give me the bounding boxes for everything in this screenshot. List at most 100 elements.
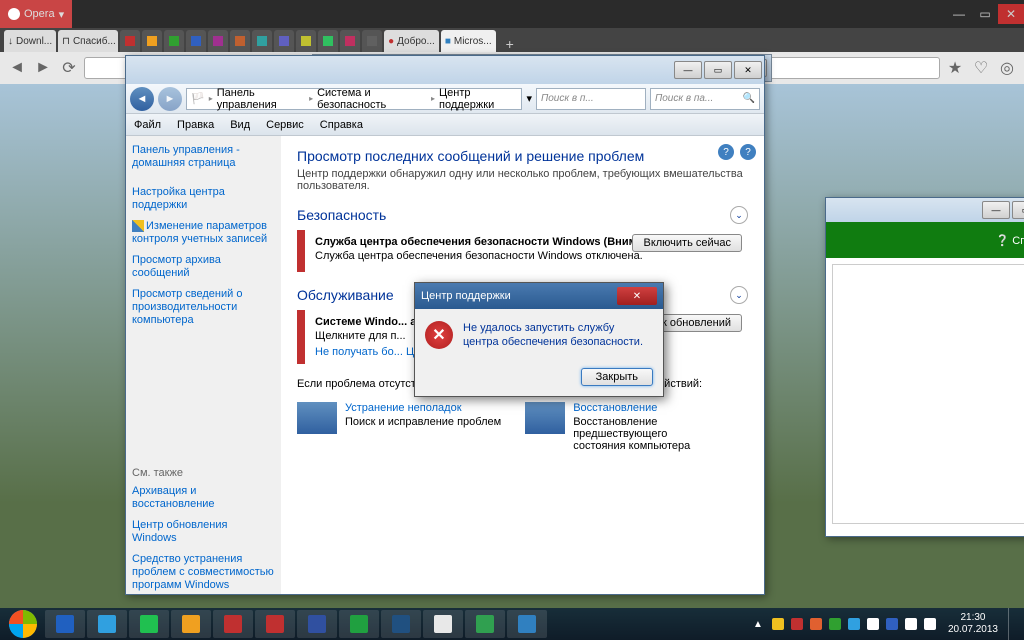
close-button[interactable]: ✕ [998, 4, 1024, 24]
sidebar-link-uac[interactable]: Изменение параметров контроля учетных за… [132, 220, 275, 246]
minimize-button[interactable]: — [946, 4, 972, 24]
restore-action[interactable]: ВосстановлениеВосстановление предшествую… [525, 402, 713, 452]
start-button[interactable] [2, 608, 44, 640]
dialog-titlebar[interactable]: Центр поддержки ✕ [415, 283, 663, 309]
tray-icon[interactable] [903, 616, 919, 632]
browser-tab[interactable]: ⊓Спасиб... [58, 30, 118, 52]
forward-button[interactable]: ► [32, 57, 54, 79]
menu-view[interactable]: Вид [222, 119, 258, 131]
menu-help[interactable]: Справка [312, 119, 371, 131]
help-icon[interactable]: ? [718, 144, 734, 160]
cp-titlebar[interactable]: — ▭ ✕ [126, 56, 764, 84]
breadcrumb-item[interactable]: Система и безопасность [317, 87, 427, 111]
browser-tab-mini[interactable] [230, 30, 250, 52]
tray-icon[interactable] [789, 616, 805, 632]
browser-tab-active[interactable]: ■Micros... [441, 30, 496, 52]
taskbar-item[interactable] [171, 610, 211, 638]
browser-tab-mini[interactable] [142, 30, 162, 52]
tray-icon[interactable] [884, 616, 900, 632]
close-button[interactable]: ✕ [734, 61, 762, 79]
taskbar-item[interactable] [507, 610, 547, 638]
tray-icon[interactable] [808, 616, 824, 632]
browser-tab-mini[interactable] [274, 30, 294, 52]
sidebar-link[interactable]: Центр обновления Windows [132, 519, 275, 545]
sidebar-home[interactable]: Панель управления - домашняя страница [132, 144, 275, 170]
back-button[interactable]: ◄ [6, 57, 28, 79]
sidebar-link[interactable]: Просмотр сведений о производительности к… [132, 288, 275, 327]
browser-tab-mini[interactable] [252, 30, 272, 52]
taskbar-item[interactable] [87, 610, 127, 638]
taskbar-item[interactable] [423, 610, 463, 638]
help-icon[interactable]: ? [740, 144, 756, 160]
dialog-title: Центр поддержки [421, 290, 511, 302]
maximize-button[interactable]: ▭ [704, 61, 732, 79]
sidebar-link[interactable]: Средство устранения проблем с совместимо… [132, 553, 275, 592]
show-desktop-button[interactable] [1008, 608, 1018, 640]
shield-icon [132, 220, 144, 232]
browser-tab-mini[interactable] [208, 30, 228, 52]
opera-icon [8, 8, 20, 20]
tray-icon[interactable] [770, 616, 786, 632]
taskbar-item[interactable] [297, 610, 337, 638]
taskbar-item[interactable] [255, 610, 295, 638]
target-icon[interactable]: ◎ [996, 57, 1018, 79]
taskbar-item[interactable] [213, 610, 253, 638]
browser-tab[interactable]: ↓Downl... [4, 30, 56, 52]
browser-tab-mini[interactable] [164, 30, 184, 52]
sidebar-link[interactable]: Архивация и восстановление [132, 485, 275, 511]
menu-edit[interactable]: Правка [169, 119, 222, 131]
tray-icon[interactable] [865, 616, 881, 632]
taskbar-item[interactable] [465, 610, 505, 638]
browser-tab[interactable]: ●Добро... [384, 30, 439, 52]
cp-nav: ◄ ► 🏳️ ▸ Панель управления ▸ Система и б… [126, 84, 764, 114]
maximize-button[interactable]: ▭ [972, 4, 998, 24]
minimize-button[interactable]: — [674, 61, 702, 79]
forward-button[interactable]: ► [158, 87, 182, 111]
search-input[interactable]: Поиск в па...🔍 [650, 88, 760, 110]
search-input[interactable]: Поиск в п... [536, 88, 646, 110]
taskbar: ▲ 21:30 20.07.2013 [0, 608, 1024, 640]
heart-icon[interactable]: ♡ [970, 57, 992, 79]
tray-icon[interactable] [827, 616, 843, 632]
maximize-button[interactable]: ▭ [1012, 201, 1024, 219]
taskbar-item[interactable] [129, 610, 169, 638]
minimize-button[interactable]: — [982, 201, 1010, 219]
close-button[interactable]: ✕ [617, 287, 657, 305]
breadcrumb[interactable]: 🏳️ ▸ Панель управления ▸ Система и безоп… [186, 88, 522, 110]
taskbar-item[interactable] [381, 610, 421, 638]
browser-tab-mini[interactable] [296, 30, 316, 52]
tray-icon[interactable] [846, 616, 862, 632]
action-text: Поиск и исправление проблем [345, 416, 501, 428]
browser-tab-mini[interactable] [340, 30, 360, 52]
close-dialog-button[interactable]: Закрыть [581, 368, 653, 386]
bookmark-icon[interactable]: ★ [944, 57, 966, 79]
menu-file[interactable]: Файл [126, 119, 169, 131]
opera-menu-button[interactable]: Opera ▾ [0, 0, 72, 28]
browser-tab-mini[interactable] [318, 30, 338, 52]
back-button[interactable]: ◄ [130, 87, 154, 111]
browser-tab-mini[interactable] [120, 30, 140, 52]
opera-titlebar: Opera ▾ — ▭ ✕ [0, 0, 1024, 28]
chevron-down-icon[interactable]: ⌄ [730, 206, 748, 224]
troubleshoot-action[interactable]: Устранение неполадокПоиск и исправление … [297, 402, 501, 452]
breadcrumb-item[interactable]: Центр поддержки [439, 87, 517, 111]
taskbar-item[interactable] [339, 610, 379, 638]
browser-tab-mini[interactable] [186, 30, 206, 52]
menu-tools[interactable]: Сервис [258, 119, 312, 131]
chevron-down-icon: ▾ [59, 8, 65, 21]
help-icon[interactable]: ❔ Справка ▾ [996, 234, 1024, 247]
clock[interactable]: 21:30 20.07.2013 [942, 612, 1004, 636]
reload-button[interactable]: ⟳ [58, 57, 80, 79]
browser-tab-mini[interactable] [362, 30, 382, 52]
taskbar-item[interactable] [45, 610, 85, 638]
action-title: Восстановление [573, 402, 713, 414]
breadcrumb-item[interactable]: Панель управления [217, 87, 305, 111]
chevron-down-icon[interactable]: ⌄ [730, 286, 748, 304]
search-icon: 🔍 [743, 93, 755, 104]
tray-icon[interactable] [922, 616, 938, 632]
new-tab-button[interactable]: + [498, 36, 522, 52]
sidebar-link[interactable]: Настройка центра поддержки [132, 186, 275, 212]
sidebar-link[interactable]: Просмотр архива сообщений [132, 254, 275, 280]
enable-now-button[interactable]: Включить сейчас [632, 234, 742, 252]
show-hidden-icon[interactable]: ▲ [750, 616, 766, 632]
